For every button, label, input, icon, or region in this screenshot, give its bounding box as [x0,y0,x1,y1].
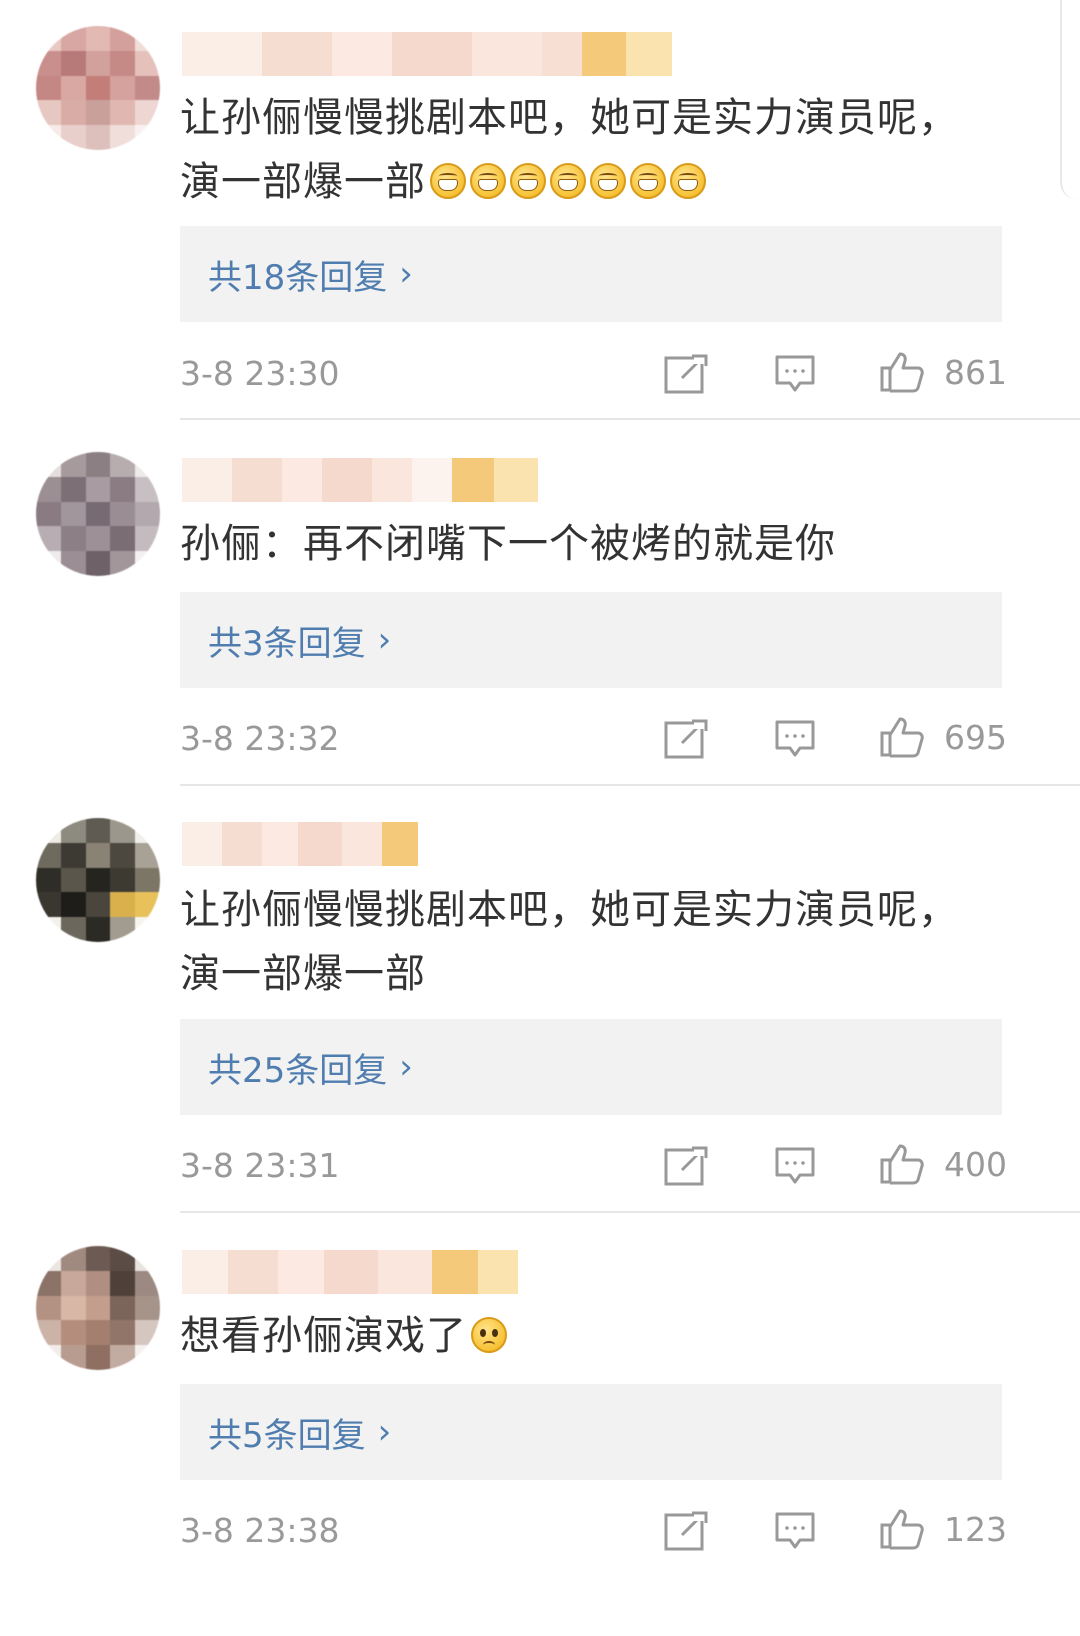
comment-text-line-with-emojis: 演一部爆一部 [180,150,1020,214]
replies-count-label: 共5条回复 [208,1415,366,1456]
thumbs-up-icon [880,352,924,393]
grin-emoji-icon [550,163,586,199]
repost-icon [664,354,708,394]
view-replies-button[interactable]: 共5条回复 › [180,1384,1002,1480]
scroll-edge [1060,0,1080,200]
comment-text-line: 让孙俪慢慢挑剧本吧，她可是实力演员呢， [180,95,959,141]
repost-button[interactable] [664,352,708,396]
like-count: 861 [944,352,1007,392]
divider [180,418,1080,420]
view-replies-button[interactable]: 共18条回复 › [180,226,1002,322]
like-button[interactable]: 695 [880,715,1007,759]
like-count: 695 [944,717,1007,757]
repost-button[interactable] [664,1144,708,1188]
thumbs-up-icon [880,1144,924,1185]
chevron-right-icon: › [377,620,392,660]
sad-emoji-icon [471,1317,507,1353]
comment-text-line: 演一部爆一部 [180,951,426,997]
like-count: 400 [944,1144,1007,1184]
chevron-right-icon: › [399,1047,413,1087]
comment-timestamp: 3-8 23:30 [180,354,340,393]
comment-timestamp: 3-8 23:38 [180,1511,340,1550]
username-blurred[interactable] [182,458,538,502]
grin-emoji-icon [630,163,666,199]
comment-text: 让孙俪慢慢挑剧本吧，她可是实力演员呢， 演一部爆一部 [180,86,1020,214]
grin-emoji-icon [470,163,506,199]
chevron-right-icon: › [399,254,413,294]
repost-button[interactable] [664,1509,708,1553]
username-blurred[interactable] [182,1250,518,1294]
comment-text-line: 孙俪：再不闭嘴下一个被烤的就是你 [180,521,836,567]
comment-timestamp: 3-8 23:31 [180,1146,340,1185]
comment-text: 让孙俪慢慢挑剧本吧，她可是实力演员呢， 演一部爆一部 [180,878,1020,1006]
view-replies-button[interactable]: 共25条回复 › [180,1019,1002,1115]
grin-emoji-icon [510,163,546,199]
comment-button[interactable] [774,352,816,396]
repost-icon [664,1511,708,1551]
like-count: 123 [944,1509,1007,1549]
avatar[interactable] [36,452,160,576]
like-button[interactable]: 123 [880,1507,1007,1551]
grin-emoji-icon [670,163,706,199]
comment-text-line-with-emoji: 想看孙俪演戏了 [180,1304,1020,1368]
grin-emoji-icon [590,163,626,199]
username-blurred[interactable] [182,822,418,866]
comment-timestamp: 3-8 23:32 [180,719,340,758]
comment-button[interactable] [774,717,816,761]
comment-icon [775,1512,815,1549]
avatar[interactable] [36,1246,160,1370]
avatar[interactable] [36,818,160,942]
comment-text-line: 演一部爆一部 [180,159,426,205]
replies-count-label: 共18条回复 [208,257,388,298]
like-button[interactable]: 400 [880,1142,1007,1186]
comment-text-line: 让孙俪慢慢挑剧本吧，她可是实力演员呢， [180,887,959,933]
replies-count-label: 共25条回复 [208,1050,388,1091]
repost-button[interactable] [664,717,708,761]
comment-text-line: 想看孙俪演戏了 [180,1313,467,1359]
divider [180,1211,1080,1213]
avatar[interactable] [36,26,160,150]
comment-icon [775,1147,815,1184]
comment-icon [775,355,815,392]
chevron-right-icon: › [377,1412,392,1452]
comment-text: 想看孙俪演戏了 [180,1304,1020,1368]
view-replies-button[interactable]: 共3条回复 › [180,592,1002,688]
comment-icon [775,720,815,757]
divider [180,784,1080,786]
repost-icon [664,1146,708,1186]
replies-count-label: 共3条回复 [208,623,366,664]
like-button[interactable]: 861 [880,350,1007,394]
comment-button[interactable] [774,1509,816,1553]
grin-emoji-icon [430,163,466,199]
comment-button[interactable] [774,1144,816,1188]
thumbs-up-icon [880,1509,924,1550]
thumbs-up-icon [880,717,924,758]
username-blurred[interactable] [182,32,672,76]
comment-text: 孙俪：再不闭嘴下一个被烤的就是你 [180,512,1020,576]
repost-icon [664,719,708,759]
